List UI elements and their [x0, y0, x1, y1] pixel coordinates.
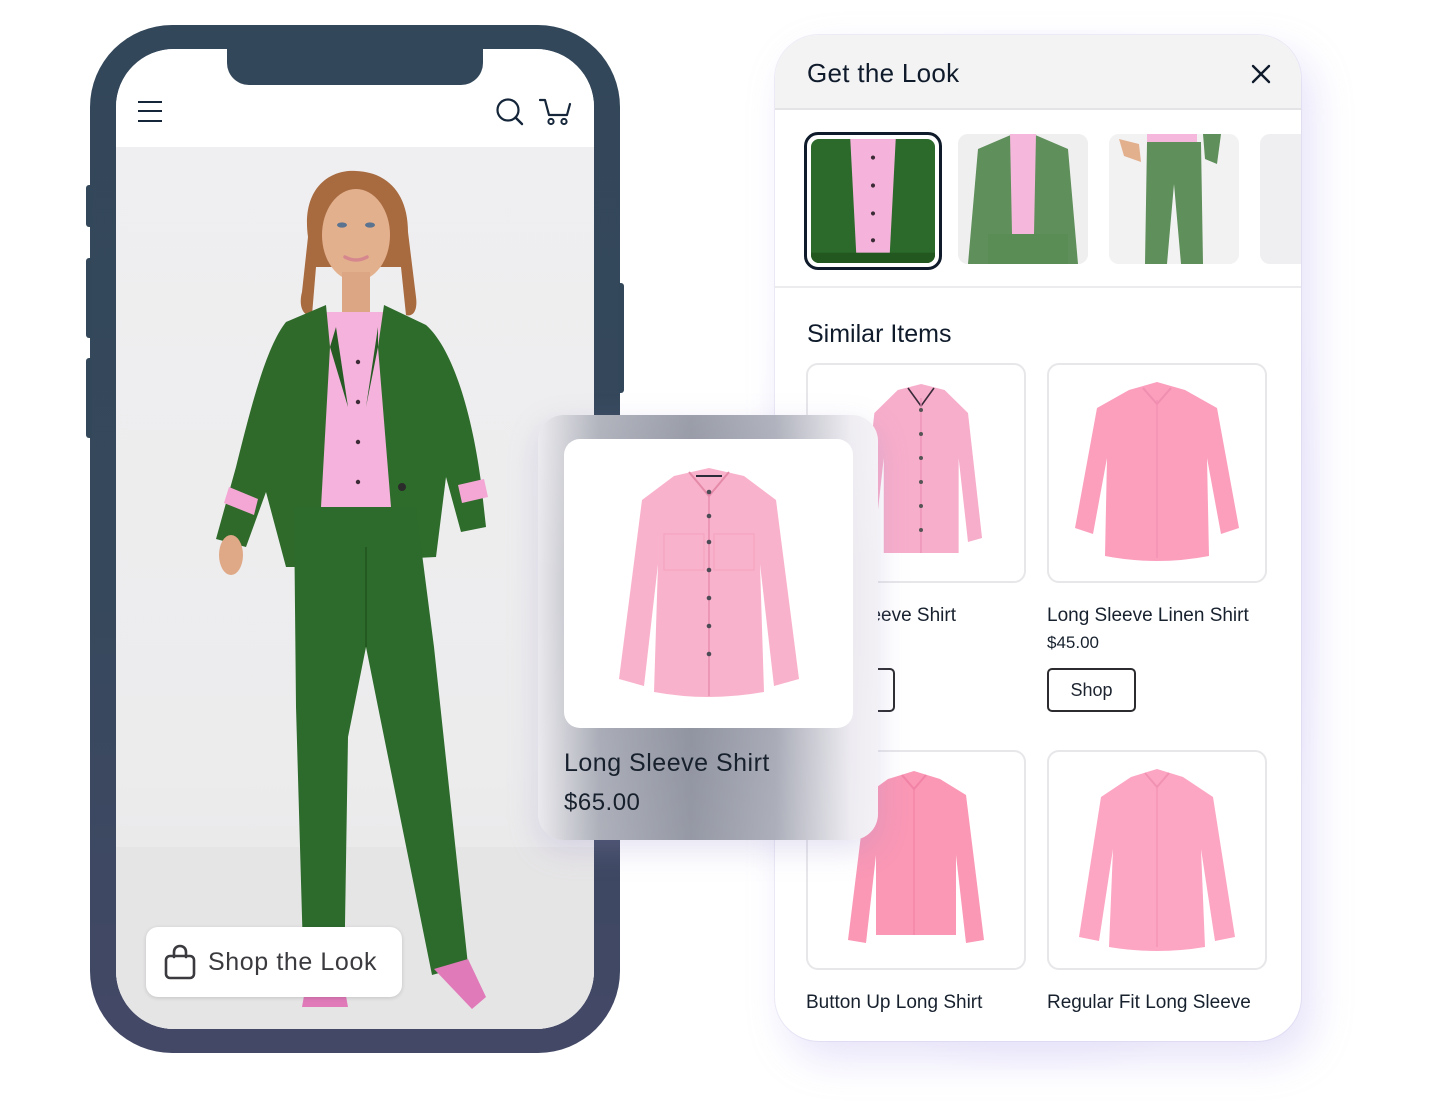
shop-the-look-button[interactable]: Shop the Look	[146, 927, 402, 997]
model-illustration	[116, 170, 594, 1029]
similar-item-name: Regular Fit Long Sleeve	[1047, 992, 1251, 1013]
shop-button[interactable]: Shop	[1047, 668, 1136, 712]
phone-mute-switch	[86, 185, 92, 227]
pink-regular-fit-shirt-image	[1079, 769, 1235, 951]
hero-product-image[interactable]	[116, 147, 594, 1029]
panel-header: Get the Look	[775, 35, 1301, 110]
similar-item-image[interactable]	[1047, 750, 1267, 970]
phone-power-button	[618, 283, 624, 393]
similar-item-name: Long Sleeve Linen Shirt	[1047, 605, 1249, 626]
look-thumbnail[interactable]	[958, 134, 1088, 264]
phone-screen: Shop the Look	[116, 49, 594, 1029]
phone-notch	[227, 49, 483, 85]
look-thumbnail[interactable]	[1260, 134, 1301, 264]
look-thumbnail[interactable]	[1109, 134, 1239, 264]
shop-the-look-label: Shop the Look	[208, 947, 378, 976]
phone-volume-down-button	[86, 358, 92, 438]
similar-item: Long Sleeve Linen Shirt $45.00 Shop	[1047, 363, 1267, 712]
similar-item: Regular Fit Long Sleeve	[1047, 750, 1267, 1014]
similar-items-title: Similar Items	[807, 320, 952, 348]
floating-product-image[interactable]	[564, 439, 853, 728]
close-icon[interactable]	[1249, 62, 1273, 86]
thumbnail-blazer-full-image	[958, 134, 1088, 264]
similar-item-image[interactable]	[1047, 363, 1267, 583]
pink-linen-shirt-image	[1075, 382, 1239, 561]
hamburger-menu-icon[interactable]	[138, 99, 162, 125]
floating-product-price: $65.00	[564, 789, 641, 816]
panel-title: Get the Look	[807, 58, 960, 88]
look-thumbnail-selected[interactable]	[804, 132, 942, 270]
phone-volume-up-button	[86, 258, 92, 338]
thumbnail-blazer-image	[811, 139, 935, 263]
floating-product-card[interactable]: Long Sleeve Shirt $65.00	[538, 415, 878, 840]
pink-long-sleeve-shirt-image	[618, 467, 799, 697]
look-thumbnail-strip	[775, 112, 1301, 288]
similar-item-price: $45.00	[1047, 633, 1099, 652]
shopping-bag-icon	[164, 944, 196, 980]
thumbnail-trousers-image	[1109, 134, 1239, 264]
search-icon[interactable]	[495, 97, 525, 127]
similar-item-name: Button Up Long Shirt	[806, 992, 983, 1013]
shopping-cart-icon[interactable]	[539, 97, 573, 127]
floating-product-name: Long Sleeve Shirt	[564, 749, 770, 777]
